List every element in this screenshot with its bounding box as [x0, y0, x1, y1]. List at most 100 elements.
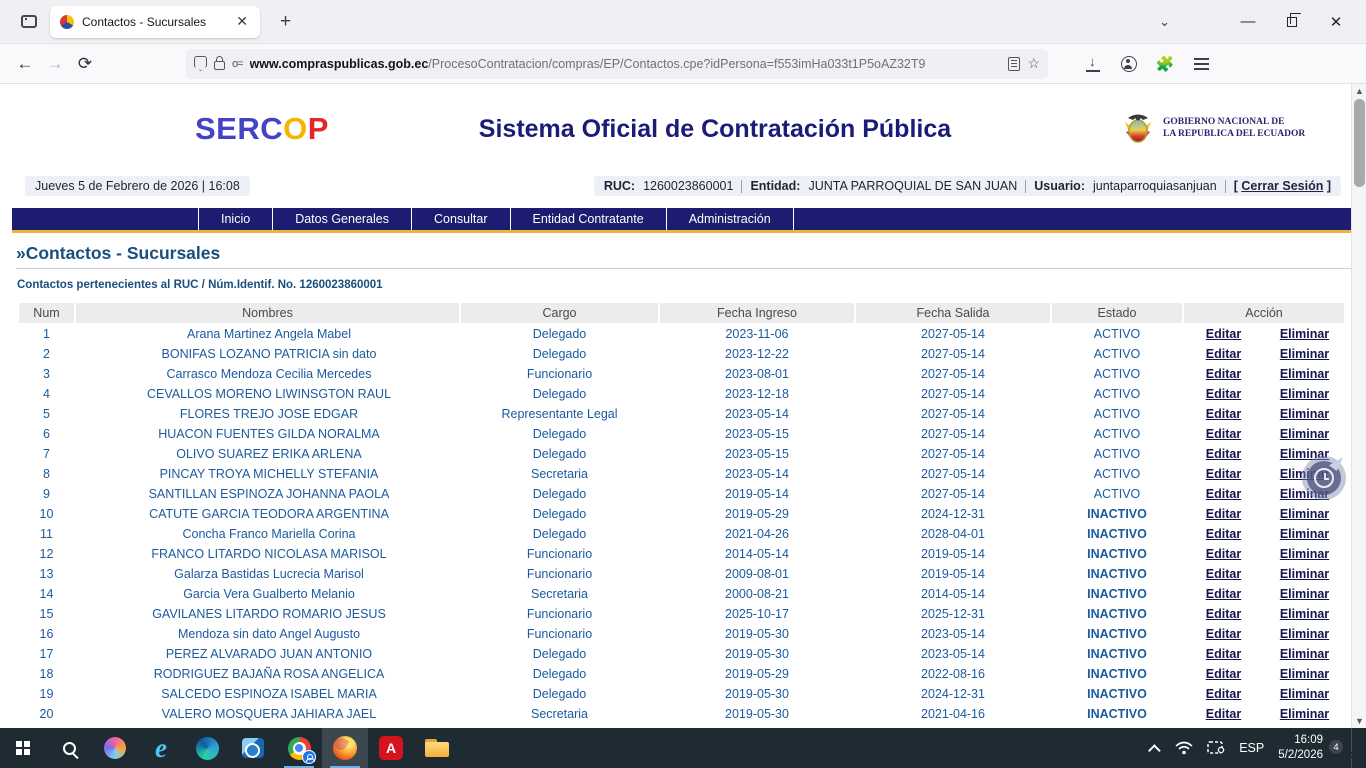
acrobat-icon[interactable]: A: [368, 728, 414, 768]
cell-fecha-ingreso: 2019-05-30: [660, 685, 854, 703]
delete-link[interactable]: Eliminar: [1280, 507, 1329, 521]
edit-link[interactable]: Editar: [1206, 427, 1241, 441]
reload-button[interactable]: ⟳: [70, 49, 100, 79]
delete-link[interactable]: Eliminar: [1280, 667, 1329, 681]
edit-link[interactable]: Editar: [1206, 327, 1241, 341]
bookmark-star-icon[interactable]: ☆: [1027, 55, 1040, 72]
edit-link[interactable]: Editar: [1206, 467, 1241, 481]
delete-link[interactable]: Eliminar: [1280, 367, 1329, 381]
delete-link[interactable]: Eliminar: [1280, 627, 1329, 641]
delete-link[interactable]: Eliminar: [1280, 647, 1329, 661]
taskbar-search-icon[interactable]: [46, 728, 92, 768]
edit-link[interactable]: Editar: [1206, 587, 1241, 601]
edit-link[interactable]: Editar: [1206, 447, 1241, 461]
tray-date: 5/2/2026: [1278, 748, 1323, 763]
downloads-icon[interactable]: [1078, 49, 1108, 79]
tray-display-icon[interactable]: [1207, 741, 1225, 755]
wifi-icon[interactable]: [1175, 741, 1193, 755]
reader-mode-icon[interactable]: [1008, 57, 1020, 71]
cell-action: Editar: [1184, 345, 1263, 363]
page-scrollbar[interactable]: ▲ ▼: [1351, 84, 1366, 728]
delete-link[interactable]: Eliminar: [1280, 607, 1329, 621]
edit-link[interactable]: Editar: [1206, 507, 1241, 521]
edit-link[interactable]: Editar: [1206, 607, 1241, 621]
tab-close-icon[interactable]: ✕: [234, 13, 250, 30]
nav-item-administración[interactable]: Administración: [667, 208, 794, 230]
session-pill: RUC: 1260023860001 Entidad: JUNTA PARROQ…: [594, 176, 1341, 196]
delete-link[interactable]: Eliminar: [1280, 347, 1329, 361]
edit-link[interactable]: Editar: [1206, 707, 1241, 721]
outlook-icon[interactable]: [230, 728, 276, 768]
cell-num: 4: [19, 385, 74, 403]
tab-title: Contactos - Sucursales: [82, 15, 226, 29]
cell-action: Eliminar: [1265, 385, 1344, 403]
edit-link[interactable]: Editar: [1206, 487, 1241, 501]
edit-link[interactable]: Editar: [1206, 667, 1241, 681]
delete-link[interactable]: Eliminar: [1280, 567, 1329, 581]
cell-estado: ACTIVO: [1052, 405, 1182, 423]
copilot-icon[interactable]: [92, 728, 138, 768]
firefox-icon[interactable]: [322, 728, 368, 768]
edit-link[interactable]: Editar: [1206, 407, 1241, 421]
firefox-view-icon[interactable]: [16, 9, 42, 35]
account-icon[interactable]: [1114, 49, 1144, 79]
delete-link[interactable]: Eliminar: [1280, 527, 1329, 541]
forward-button[interactable]: →: [40, 49, 70, 79]
scrollbar-thumb[interactable]: [1354, 99, 1365, 187]
show-desktop-strip[interactable]: [1351, 728, 1356, 768]
maximize-button[interactable]: [1270, 2, 1314, 42]
edit-link[interactable]: Editar: [1206, 687, 1241, 701]
cell-cargo: Delegado: [461, 485, 658, 503]
language-indicator[interactable]: ESP: [1239, 741, 1264, 755]
edge-icon[interactable]: [184, 728, 230, 768]
url-bar[interactable]: o= www.compraspublicas.gob.ec/ProcesoCon…: [186, 49, 1048, 79]
file-explorer-icon[interactable]: [414, 728, 460, 768]
delete-link[interactable]: Eliminar: [1280, 587, 1329, 601]
overlay-clock-widget[interactable]: [1302, 456, 1346, 500]
cell-action: Eliminar: [1265, 565, 1344, 583]
edit-link[interactable]: Editar: [1206, 527, 1241, 541]
close-button[interactable]: ✕: [1314, 2, 1358, 42]
tray-chevron-icon[interactable]: [1148, 744, 1161, 757]
app-menu-icon[interactable]: [1186, 49, 1216, 79]
logout-link[interactable]: Cerrar Sesión: [1241, 179, 1323, 193]
scroll-up-arrow-icon[interactable]: ▲: [1352, 84, 1366, 98]
browser-tab[interactable]: Contactos - Sucursales ✕: [50, 6, 260, 38]
delete-link[interactable]: Eliminar: [1280, 547, 1329, 561]
cell-action: Editar: [1184, 325, 1263, 343]
edit-link[interactable]: Editar: [1206, 547, 1241, 561]
delete-link[interactable]: Eliminar: [1280, 387, 1329, 401]
delete-link[interactable]: Eliminar: [1280, 407, 1329, 421]
chrome-icon[interactable]: [276, 728, 322, 768]
tracking-shield-icon[interactable]: [194, 56, 207, 71]
usuario-label: Usuario:: [1034, 179, 1085, 193]
delete-link[interactable]: Eliminar: [1280, 687, 1329, 701]
tab-list-chevron-icon[interactable]: ⌄: [1159, 14, 1170, 30]
back-button[interactable]: ←: [10, 49, 40, 79]
edit-link[interactable]: Editar: [1206, 567, 1241, 581]
edit-link[interactable]: Editar: [1206, 627, 1241, 641]
edit-link[interactable]: Editar: [1206, 347, 1241, 361]
delete-link[interactable]: Eliminar: [1280, 427, 1329, 441]
tray-clock[interactable]: 16:09 5/2/2026: [1278, 733, 1323, 763]
edit-link[interactable]: Editar: [1206, 647, 1241, 661]
internet-explorer-icon[interactable]: e: [138, 728, 184, 768]
nav-item-inicio[interactable]: Inicio: [198, 208, 273, 230]
extensions-puzzle-icon[interactable]: 🧩: [1150, 49, 1180, 79]
delete-link[interactable]: Eliminar: [1280, 327, 1329, 341]
start-button[interactable]: [0, 728, 46, 768]
table-row: 19SALCEDO ESPINOZA ISABEL MARIADelegado2…: [19, 685, 1344, 703]
delete-link[interactable]: Eliminar: [1280, 707, 1329, 721]
separator: [1025, 180, 1026, 193]
permissions-icon[interactable]: o=: [232, 58, 243, 70]
minimize-button[interactable]: —: [1226, 2, 1270, 42]
nav-item-entidad-contratante[interactable]: Entidad Contratante: [511, 208, 667, 230]
lock-icon[interactable]: [214, 61, 225, 70]
scroll-down-arrow-icon[interactable]: ▼: [1352, 714, 1366, 728]
edit-link[interactable]: Editar: [1206, 387, 1241, 401]
nav-item-consultar[interactable]: Consultar: [412, 208, 511, 230]
nav-item-datos-generales[interactable]: Datos Generales: [273, 208, 412, 230]
new-tab-button[interactable]: +: [272, 9, 299, 35]
cell-estado: ACTIVO: [1052, 465, 1182, 483]
edit-link[interactable]: Editar: [1206, 367, 1241, 381]
